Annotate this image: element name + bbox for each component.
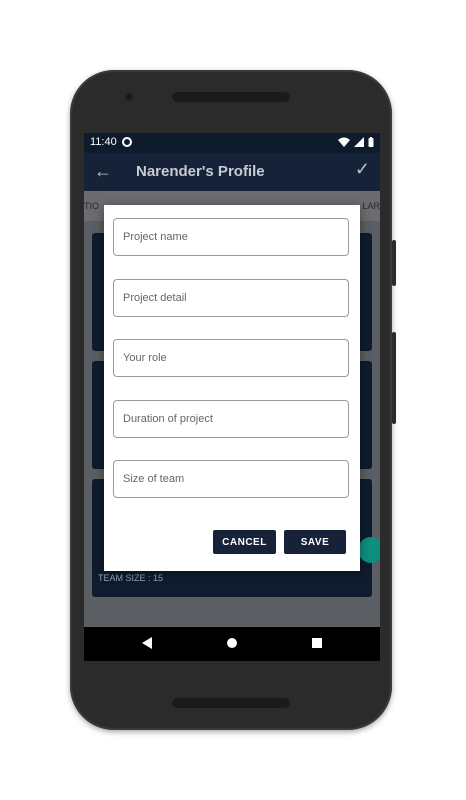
fab-button[interactable]	[358, 537, 380, 563]
duration-placeholder: Duration of project	[123, 413, 213, 425]
battery-icon	[368, 137, 374, 147]
check-icon[interactable]: ✓	[355, 159, 370, 180]
screen: 11:40 ← Narender's Profile ✓ TIO LAR TEA…	[84, 133, 380, 661]
volume-button	[392, 240, 396, 286]
tab-fragment-right[interactable]: LAR	[362, 201, 380, 211]
team-size-field[interactable]: Size of team	[113, 460, 349, 498]
status-time: 11:40	[90, 136, 117, 148]
signal-icon	[354, 137, 364, 147]
top-speaker	[172, 92, 290, 102]
back-arrow-icon[interactable]: ←	[94, 161, 114, 181]
project-detail-field[interactable]: Project detail	[113, 279, 349, 317]
bottom-speaker	[172, 698, 290, 708]
app-bar: ← Narender's Profile ✓	[84, 153, 380, 191]
save-button[interactable]: SAVE	[284, 530, 346, 554]
power-button	[392, 332, 396, 424]
team-size-placeholder: Size of team	[123, 473, 185, 485]
add-project-dialog: Project name Project detail Your role Du…	[104, 205, 360, 571]
front-camera	[124, 92, 134, 102]
team-size-text: TEAM SIZE : 15	[98, 573, 164, 583]
duration-field[interactable]: Duration of project	[113, 400, 349, 438]
navigation-bar	[84, 627, 380, 661]
square-recent-icon[interactable]	[312, 638, 322, 648]
project-name-field[interactable]: Project name	[113, 218, 349, 256]
page-title: Narender's Profile	[136, 163, 265, 180]
circle-home-icon[interactable]	[227, 638, 237, 648]
your-role-field[interactable]: Your role	[113, 339, 349, 377]
triangle-back-icon[interactable]	[142, 637, 152, 649]
tab-fragment-left[interactable]: TIO	[84, 201, 99, 211]
status-bar: 11:40	[84, 133, 380, 153]
cancel-button[interactable]: CANCEL	[213, 530, 276, 554]
project-detail-placeholder: Project detail	[123, 292, 187, 304]
status-icons	[338, 137, 374, 147]
project-name-placeholder: Project name	[123, 231, 188, 243]
your-role-placeholder: Your role	[123, 352, 167, 364]
dnd-icon	[122, 137, 132, 147]
wifi-icon	[338, 137, 350, 147]
